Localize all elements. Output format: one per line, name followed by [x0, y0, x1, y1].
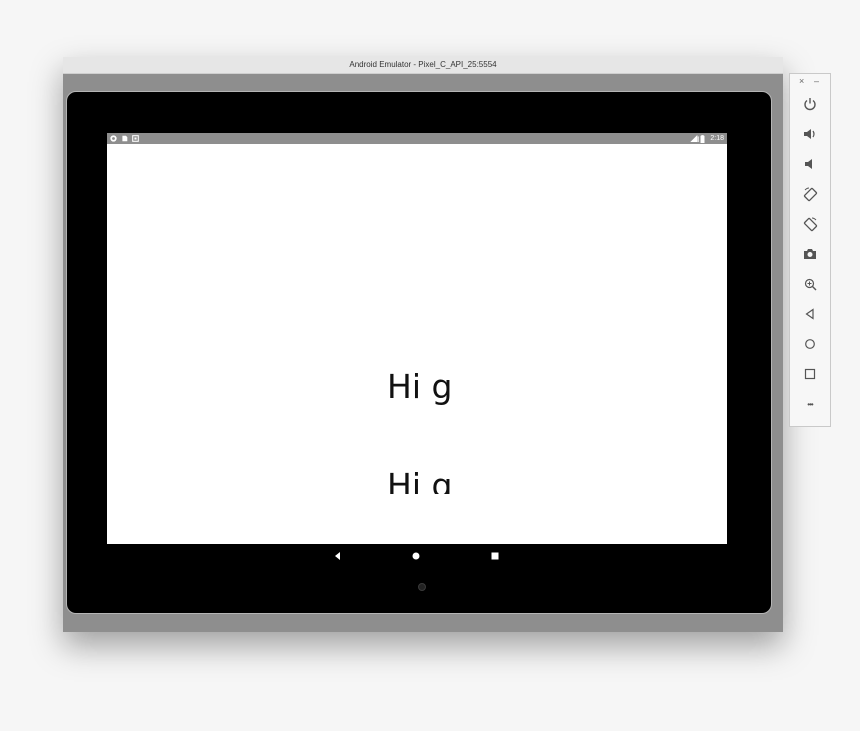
power-icon — [803, 97, 817, 111]
rotate-left-icon — [803, 187, 818, 202]
status-time: 2:18 — [710, 135, 724, 142]
camera-icon — [803, 247, 817, 261]
home-icon — [804, 338, 816, 350]
device-frame: 2:18 Hi g Hi g — [66, 91, 772, 614]
sidebar-close-button[interactable]: × — [799, 76, 804, 86]
sidebar-minimize-button[interactable]: – — [814, 76, 819, 86]
hi-text-line-2: Hi g — [387, 469, 453, 494]
hi-text-line-1: Hi g — [387, 367, 453, 406]
rotate-left-button[interactable] — [800, 184, 820, 204]
app-content: Hi g Hi g — [107, 144, 727, 544]
status-bar: 2:18 — [107, 133, 727, 144]
device-screen[interactable]: 2:18 Hi g Hi g — [107, 133, 727, 571]
rotate-right-icon — [803, 217, 818, 232]
signal-icon — [690, 135, 700, 142]
back-icon — [804, 308, 816, 320]
zoom-icon — [804, 278, 817, 291]
power-button[interactable] — [800, 94, 820, 114]
android-icon — [110, 135, 117, 142]
recents-icon — [490, 551, 500, 561]
navigation-bar — [107, 544, 727, 571]
sidebar-home-button[interactable] — [800, 334, 820, 354]
sd-card-icon — [121, 135, 128, 142]
zoom-button[interactable] — [800, 274, 820, 294]
window-title: Android Emulator - Pixel_C_API_25:5554 — [63, 57, 783, 74]
nav-recents-button[interactable] — [490, 551, 500, 561]
rotate-right-button[interactable] — [800, 214, 820, 234]
emulator-sidebar: × – ••• — [789, 73, 831, 427]
overview-icon — [804, 368, 816, 380]
nav-home-button[interactable] — [411, 551, 421, 561]
back-icon — [333, 551, 343, 561]
hardware-home-dot — [418, 583, 426, 591]
emulator-window: Android Emulator - Pixel_C_API_25:5554 2… — [63, 57, 783, 632]
volume-up-icon — [803, 127, 817, 141]
hi-text-block: Hi g Hi g — [387, 304, 492, 560]
home-icon — [411, 551, 421, 561]
nav-back-button[interactable] — [333, 551, 343, 561]
more-icon: ••• — [807, 399, 813, 409]
volume-up-button[interactable] — [800, 124, 820, 144]
sidebar-overview-button[interactable] — [800, 364, 820, 384]
volume-down-icon — [803, 157, 817, 171]
notification-icon — [132, 135, 139, 142]
sidebar-back-button[interactable] — [800, 304, 820, 324]
screenshot-button[interactable] — [800, 244, 820, 264]
more-button[interactable]: ••• — [800, 394, 820, 414]
battery-icon — [700, 135, 707, 143]
volume-down-button[interactable] — [800, 154, 820, 174]
